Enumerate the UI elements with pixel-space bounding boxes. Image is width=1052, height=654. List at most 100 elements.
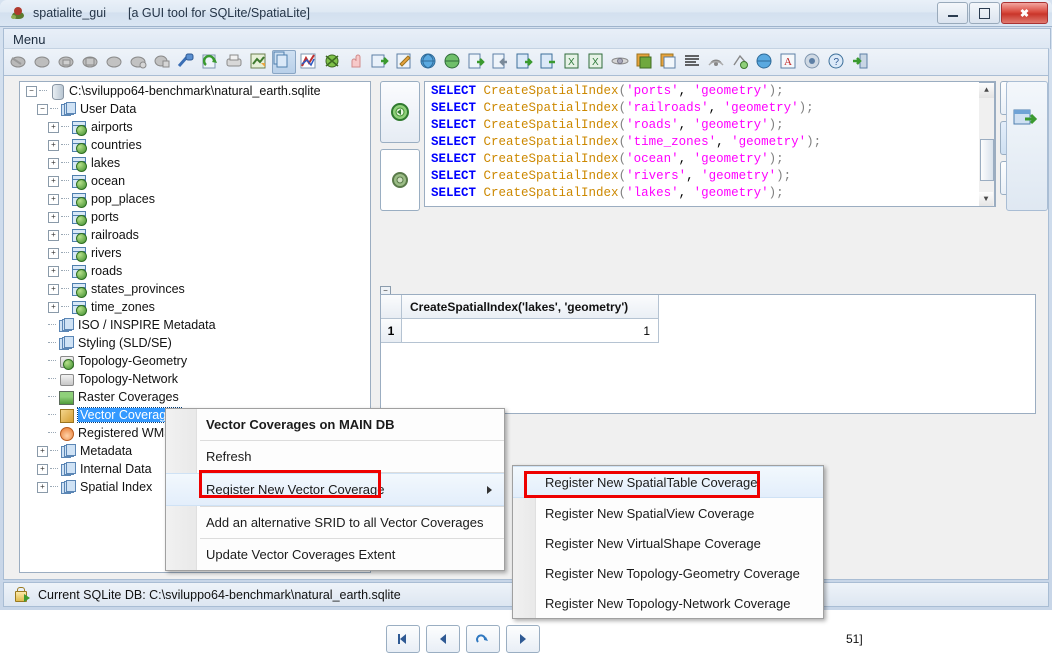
expander[interactable]: +: [37, 481, 48, 493]
results-grid[interactable]: CreateSpatialIndex('lakes', 'geometry') …: [380, 294, 1036, 414]
dump-txt-icon[interactable]: [538, 51, 560, 73]
clean-db-icon[interactable]: [176, 51, 198, 73]
expander[interactable]: +: [48, 247, 59, 259]
expander[interactable]: +: [48, 121, 59, 133]
attach-db-icon[interactable]: [128, 51, 150, 73]
text-lines-icon[interactable]: [682, 51, 704, 73]
expander[interactable]: +: [48, 193, 59, 205]
expander[interactable]: +: [48, 175, 59, 187]
submenu-register-new-vector-coverage[interactable]: Register New SpatialTable Coverage Regis…: [512, 465, 824, 619]
execute-sql-button[interactable]: [380, 81, 420, 143]
topology-icon[interactable]: [730, 51, 752, 73]
tree-item-states_provinces[interactable]: + states_provinces: [20, 280, 370, 298]
sql-scrollbar[interactable]: ▲ ▼: [979, 82, 995, 206]
scroll-up-button[interactable]: ▲: [979, 83, 994, 98]
grid-column-header[interactable]: CreateSpatialIndex('lakes', 'geometry'): [402, 295, 659, 319]
user-data-expander[interactable]: −: [37, 103, 48, 115]
tree-item-ocean[interactable]: + ocean: [20, 172, 370, 190]
bug-icon[interactable]: [322, 51, 344, 73]
tree-item-railroads[interactable]: + railroads: [20, 226, 370, 244]
first-row-button[interactable]: [386, 625, 420, 653]
panel-splitter[interactable]: −: [380, 282, 1036, 297]
tree-item-ports[interactable]: + ports: [20, 208, 370, 226]
tree-item-user-data[interactable]: − User Data: [20, 100, 370, 118]
globe-web-icon[interactable]: [442, 51, 464, 73]
wms-icon[interactable]: [706, 51, 728, 73]
table-row[interactable]: 1 1: [381, 319, 1035, 343]
detach-db-icon[interactable]: [152, 51, 174, 73]
font-icon[interactable]: A: [778, 51, 800, 73]
expander[interactable]: +: [48, 265, 59, 277]
refresh-rows-button[interactable]: [466, 625, 500, 653]
submenu-register-topology-geometry[interactable]: Register New Topology-Geometry Coverage: [513, 558, 823, 588]
expander[interactable]: +: [48, 157, 59, 169]
chart-icon[interactable]: [298, 51, 320, 73]
menu-update-vector-coverages-extent[interactable]: Update Vector Coverages Extent: [166, 539, 504, 570]
copy-layers-icon[interactable]: [658, 51, 680, 73]
create-db-icon[interactable]: [32, 51, 54, 73]
expander[interactable]: +: [48, 211, 59, 223]
sql-script-icon[interactable]: [248, 51, 270, 73]
scroll-down-button[interactable]: ▼: [979, 192, 993, 206]
tree-item-pop_places[interactable]: + pop_places: [20, 190, 370, 208]
close-db-icon[interactable]: [56, 51, 78, 73]
layers-icon[interactable]: [634, 51, 656, 73]
scrollbar-thumb[interactable]: [980, 139, 994, 181]
maximize-button[interactable]: [969, 2, 1000, 24]
expander[interactable]: +: [48, 283, 59, 295]
dump-shapefile-icon[interactable]: [490, 51, 512, 73]
tree-item-roads[interactable]: + roads: [20, 262, 370, 280]
menu-register-new-vector-coverage[interactable]: Register New Vector Coverage: [166, 473, 504, 506]
tree-item-countries[interactable]: + countries: [20, 136, 370, 154]
submenu-register-topology-network[interactable]: Register New Topology-Network Coverage: [513, 588, 823, 618]
submenu-register-spatialtable[interactable]: Register New SpatialTable Coverage: [513, 466, 823, 498]
about-icon[interactable]: [802, 51, 824, 73]
expander[interactable]: +: [48, 301, 59, 313]
tree-item-raster-coverages[interactable]: Raster Coverages: [20, 388, 370, 406]
next-row-button[interactable]: [506, 625, 540, 653]
import-icon[interactable]: [370, 51, 392, 73]
sql-text-area[interactable]: SELECT CreateSpatialIndex('ports', 'geom…: [424, 81, 996, 207]
previous-row-button[interactable]: [426, 625, 460, 653]
minimize-button[interactable]: [937, 2, 968, 24]
expander[interactable]: +: [48, 139, 59, 151]
submenu-register-virtualshape[interactable]: Register New VirtualShape Coverage: [513, 528, 823, 558]
dump-xls-icon[interactable]: X: [586, 51, 608, 73]
tree-item-airports[interactable]: + airports: [20, 118, 370, 136]
tree-item-rivers[interactable]: + rivers: [20, 244, 370, 262]
copy-icon[interactable]: [272, 50, 296, 74]
expander[interactable]: +: [37, 445, 48, 457]
tree-item-topology-geometry[interactable]: Topology-Geometry: [20, 352, 370, 370]
execute-step-button[interactable]: [380, 149, 420, 211]
submenu-register-spatialview[interactable]: Register New SpatialView Coverage: [513, 498, 823, 528]
load-xls-icon[interactable]: X: [562, 51, 584, 73]
menu-refresh[interactable]: Refresh: [166, 441, 504, 472]
help-icon[interactable]: ?: [826, 51, 848, 73]
menu-add-alternative-srid[interactable]: Add an alternative SRID to all Vector Co…: [166, 507, 504, 538]
hand-icon[interactable]: [346, 51, 368, 73]
load-shapefile-icon[interactable]: [466, 51, 488, 73]
expander[interactable]: +: [37, 463, 48, 475]
link-icon[interactable]: [610, 51, 632, 73]
connect-db-icon[interactable]: [8, 51, 30, 73]
tree-item-lakes[interactable]: + lakes: [20, 154, 370, 172]
menubar-item-menu[interactable]: Menu: [4, 31, 55, 48]
save-db-icon[interactable]: [80, 51, 102, 73]
tree-item-styling-sld-se[interactable]: Styling (SLD/SE): [20, 334, 370, 352]
memory-db-icon[interactable]: [104, 51, 126, 73]
edit-icon[interactable]: [394, 51, 416, 73]
load-txt-icon[interactable]: [514, 51, 536, 73]
tree-item-root[interactable]: − C:\sviluppo64-benchmark\natural_earth.…: [20, 82, 370, 100]
close-button[interactable]: ✖: [1001, 2, 1048, 24]
globe-icon[interactable]: [418, 51, 440, 73]
refresh-icon[interactable]: [200, 51, 222, 73]
print-icon[interactable]: [224, 51, 246, 73]
exit-icon[interactable]: [850, 51, 872, 73]
tree-item-iso-inspire-metadata[interactable]: ISO / INSPIRE Metadata: [20, 316, 370, 334]
context-menu-vector-coverages[interactable]: Vector Coverages on MAIN DB Refresh Regi…: [165, 408, 505, 571]
srid-globe-icon[interactable]: [754, 51, 776, 73]
grid-cell[interactable]: 1: [402, 319, 659, 343]
tree-item-topology-network[interactable]: Topology-Network: [20, 370, 370, 388]
tree-item-time_zones[interactable]: + time_zones: [20, 298, 370, 316]
expander[interactable]: +: [48, 229, 59, 241]
